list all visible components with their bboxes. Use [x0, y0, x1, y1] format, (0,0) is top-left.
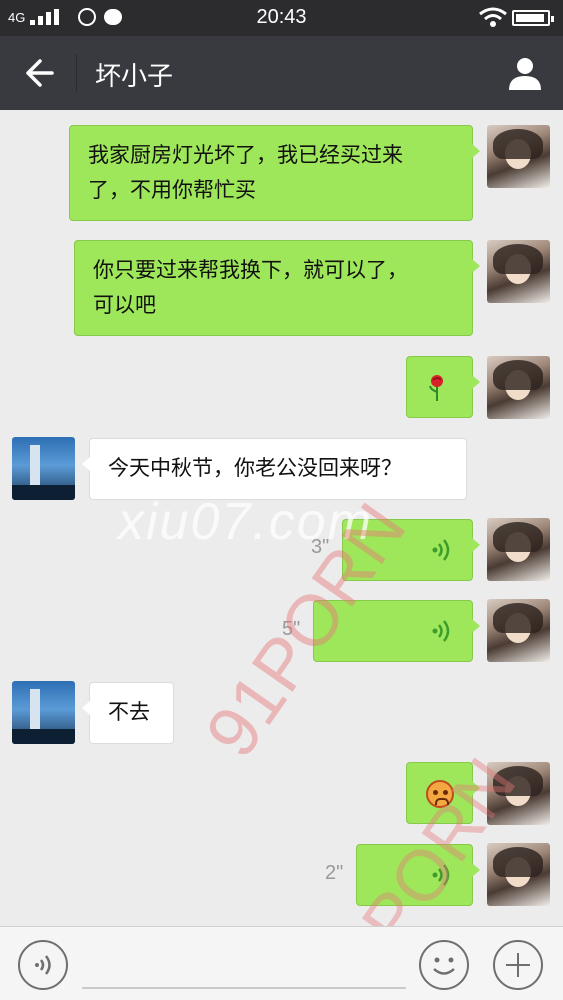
message-text: 可以吧: [93, 293, 156, 317]
input-bar: [0, 926, 563, 1000]
voice-playback-icon: [432, 620, 450, 642]
message-bubble[interactable]: 今天中秋节，你老公没回来呀？: [82, 438, 467, 500]
chat-header: 坏小子: [0, 36, 563, 110]
contact-avatar[interactable]: [12, 681, 75, 744]
battery-icon: [512, 10, 554, 26]
message-bubble[interactable]: 我家厨房灯光坏了，我已经买过来 了，不用你帮忙买: [69, 125, 480, 221]
message-text: 了，不用你帮忙买: [88, 178, 256, 202]
message-bubble[interactable]: 不去: [82, 682, 174, 744]
wifi-icon: [479, 7, 507, 27]
voice-playback-icon: [432, 539, 450, 561]
message-bubble[interactable]: 你只要过来帮我换下，就可以了， 可以吧: [74, 240, 480, 336]
status-bar: 4G 20:43: [0, 0, 563, 36]
my-avatar[interactable]: [487, 356, 550, 419]
chat-title: 坏小子: [95, 62, 174, 92]
back-arrow-icon[interactable]: [16, 55, 60, 91]
more-actions-button[interactable]: [493, 940, 543, 990]
message-text: 你只要过来帮我换下，就可以了，: [93, 258, 408, 282]
voice-duration: 2": [325, 862, 344, 884]
message-text: 不去: [108, 700, 150, 724]
rose-icon: [429, 375, 443, 401]
my-avatar[interactable]: [487, 125, 550, 188]
smiley-icon: [433, 957, 455, 975]
header-divider: [76, 54, 77, 92]
voice-mode-icon: [35, 955, 51, 975]
message-text: 今天中秋节，你老公没回来呀？: [108, 456, 402, 480]
my-avatar[interactable]: [487, 240, 550, 303]
contact-avatar[interactable]: [12, 437, 75, 500]
my-avatar[interactable]: [487, 599, 550, 662]
contact-profile-icon[interactable]: [506, 54, 544, 92]
message-text: 我家厨房灯光坏了，我已经买过来: [88, 143, 403, 167]
my-avatar[interactable]: [487, 518, 550, 581]
voice-input-button[interactable]: [18, 940, 68, 990]
message-input[interactable]: [82, 987, 406, 989]
emoji-button[interactable]: [419, 940, 469, 990]
my-avatar[interactable]: [487, 843, 550, 906]
